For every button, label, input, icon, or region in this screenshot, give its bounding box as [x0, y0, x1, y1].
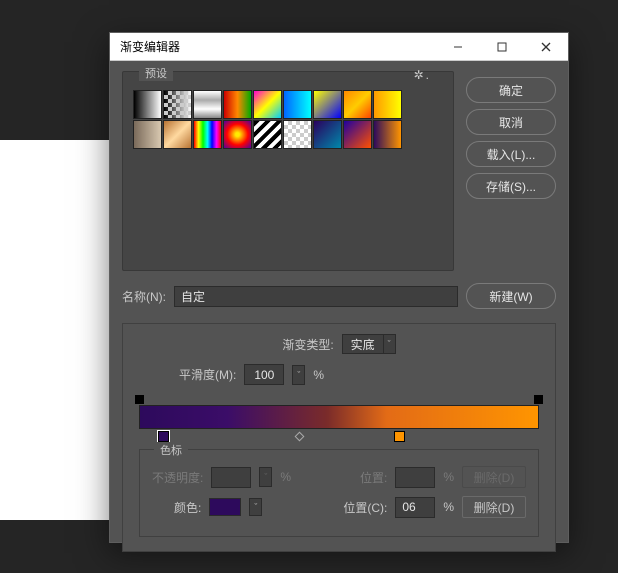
minimize-button[interactable] — [436, 33, 480, 61]
preset-swatch[interactable] — [253, 120, 282, 149]
opacity-label: 不透明度: — [152, 469, 203, 486]
color-chip[interactable] — [209, 498, 241, 516]
new-button[interactable]: 新建(W) — [466, 283, 556, 309]
color-pos-input[interactable] — [395, 497, 435, 518]
color-delete-button[interactable]: 删除(D) — [462, 496, 526, 518]
opacity-delete-button: 删除(D) — [462, 466, 526, 488]
preset-swatch[interactable] — [133, 90, 162, 119]
window-title: 渐变编辑器 — [120, 38, 436, 55]
gradient-editor-dialog: 渐变编辑器 预设 ✲. 确定 取消 载入(L)... 存储(S)... 名称(N… — [109, 32, 569, 543]
midpoint-diamond[interactable] — [295, 432, 305, 442]
color-stop[interactable] — [394, 431, 405, 442]
opacity-pos-label: 位置: — [360, 469, 387, 486]
smoothness-input[interactable] — [244, 364, 284, 385]
preset-swatches — [133, 90, 443, 149]
smoothness-label: 平滑度(M): — [179, 366, 236, 383]
opacity-pos-unit: % — [443, 470, 454, 484]
preset-swatch[interactable] — [133, 120, 162, 149]
preset-swatch[interactable] — [313, 120, 342, 149]
gradient-editor-panel: 渐变类型: 实底 ˇ 平滑度(M): ˇ % — [122, 323, 556, 552]
save-button[interactable]: 存储(S)... — [466, 173, 556, 199]
opacity-stop[interactable] — [135, 395, 144, 404]
chevron-down-icon[interactable]: ˇ — [292, 365, 305, 385]
chevron-down-icon: ˇ — [383, 335, 395, 353]
preset-swatch[interactable] — [283, 120, 312, 149]
opacity-stop[interactable] — [534, 395, 543, 404]
color-pos-label: 位置(C): — [343, 499, 387, 516]
color-pos-unit: % — [443, 500, 454, 514]
opacity-input — [211, 467, 251, 488]
preset-swatch[interactable] — [223, 120, 252, 149]
name-label: 名称(N): — [122, 288, 166, 305]
preset-swatch[interactable] — [163, 90, 192, 119]
presets-title: 预设 — [139, 65, 173, 81]
close-button[interactable] — [524, 33, 568, 61]
chevron-down-icon: ˇ — [259, 467, 272, 487]
preset-swatch[interactable] — [343, 120, 372, 149]
color-stop-track[interactable] — [139, 429, 539, 443]
preset-swatch[interactable] — [373, 90, 402, 119]
stops-panel: 色标 不透明度: ˇ % 位置: % 删除(D) 颜色: ˇ — [139, 449, 539, 537]
preset-swatch[interactable] — [313, 90, 342, 119]
stops-title: 色标 — [154, 442, 188, 458]
color-label: 颜色: — [174, 499, 201, 516]
preset-swatch[interactable] — [193, 120, 222, 149]
preset-swatch[interactable] — [253, 90, 282, 119]
preset-swatch[interactable] — [193, 90, 222, 119]
preset-swatch[interactable] — [343, 90, 372, 119]
gear-icon[interactable]: ✲. — [414, 68, 429, 82]
preset-swatch[interactable] — [223, 90, 252, 119]
titlebar[interactable]: 渐变编辑器 — [110, 33, 568, 61]
opacity-stop-track[interactable] — [139, 395, 539, 405]
presets-panel: 预设 ✲. — [122, 71, 454, 271]
preset-swatch[interactable] — [283, 90, 312, 119]
preset-swatch[interactable] — [163, 120, 192, 149]
smoothness-unit: % — [313, 368, 324, 382]
opacity-pos-input — [395, 467, 435, 488]
load-button[interactable]: 载入(L)... — [466, 141, 556, 167]
name-input[interactable] — [174, 286, 458, 307]
type-select[interactable]: 实底 ˇ — [342, 334, 396, 354]
preset-swatch[interactable] — [373, 120, 402, 149]
opacity-unit: % — [280, 470, 291, 484]
color-stop[interactable] — [158, 431, 169, 442]
cancel-button[interactable]: 取消 — [466, 109, 556, 135]
maximize-button[interactable] — [480, 33, 524, 61]
ok-button[interactable]: 确定 — [466, 77, 556, 103]
gradient-bar[interactable] — [139, 405, 539, 429]
type-label: 渐变类型: — [282, 336, 333, 353]
chevron-down-icon[interactable]: ˇ — [249, 498, 262, 516]
